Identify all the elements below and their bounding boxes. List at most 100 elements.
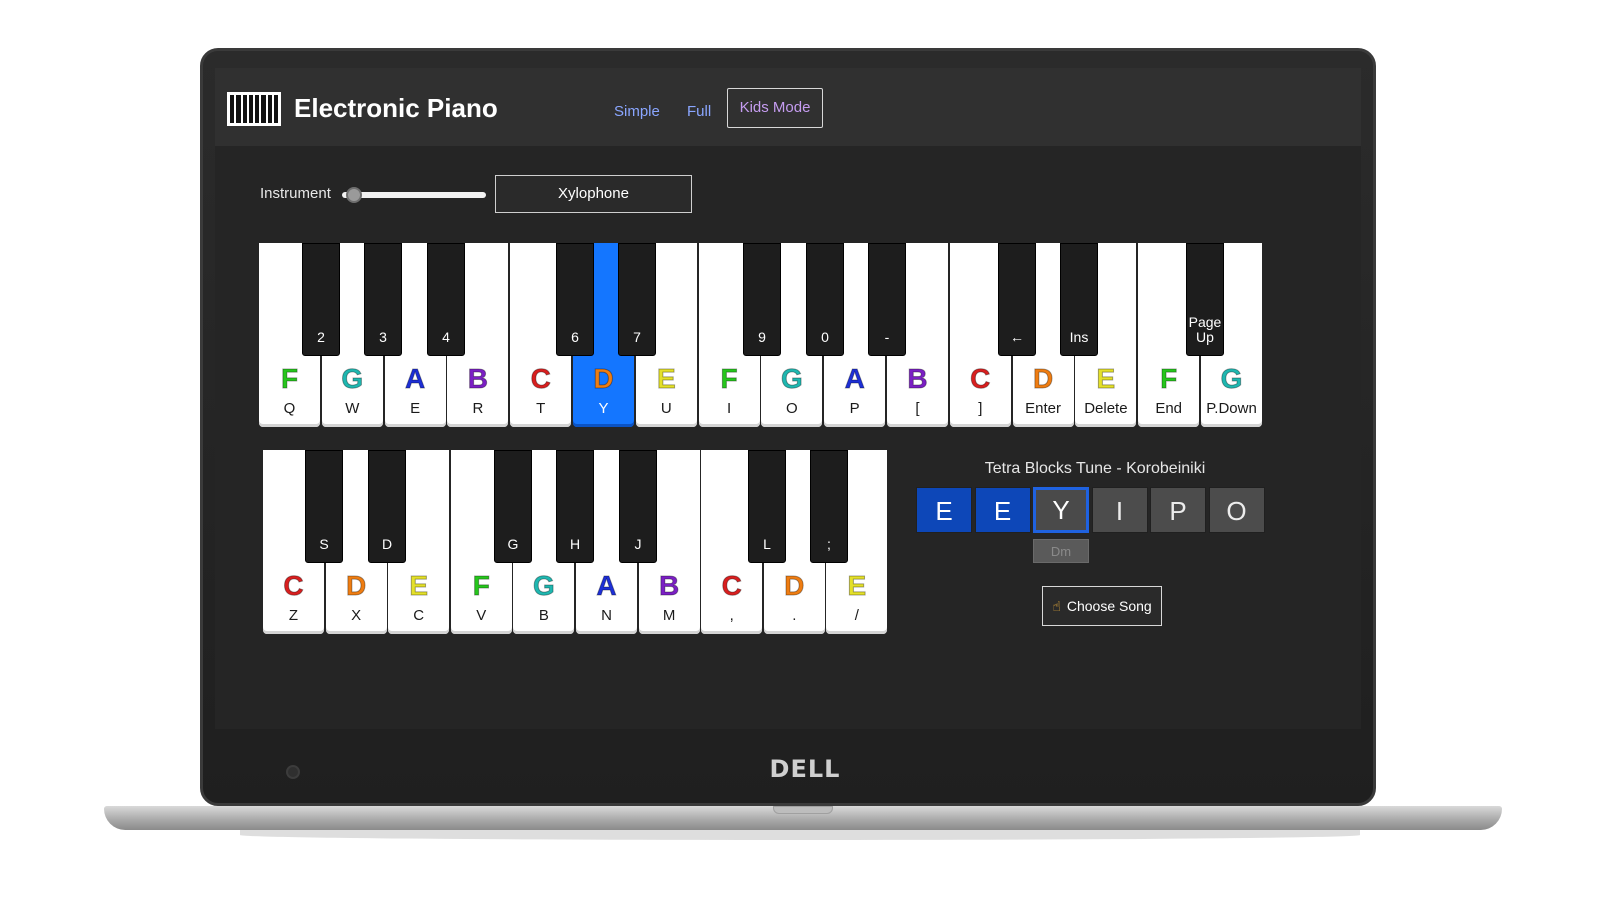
key-binding-label: Enter <box>1025 400 1062 417</box>
note-label: E <box>1096 363 1116 395</box>
mode-kids-button[interactable]: Kids Mode <box>727 88 823 128</box>
note-label: E <box>656 363 676 395</box>
key-binding-label: Z <box>288 607 299 624</box>
sequence-note: E <box>916 487 972 533</box>
black-key[interactable]: S <box>305 450 343 563</box>
key-binding-label: M <box>662 607 676 624</box>
key-binding-label: G <box>507 536 519 552</box>
black-key[interactable]: ← <box>998 243 1036 356</box>
instrument-slider-thumb[interactable] <box>346 187 362 203</box>
key-binding-label: I <box>727 400 732 417</box>
black-key[interactable]: Ins <box>1060 243 1098 356</box>
note-label: D <box>1032 363 1054 395</box>
note-label: B <box>467 363 488 395</box>
key-binding-label: 6 <box>571 329 579 345</box>
key-binding-label: 0 <box>821 329 829 345</box>
black-key[interactable]: 0 <box>806 243 844 356</box>
note-label: C <box>970 363 991 395</box>
black-key[interactable]: 7 <box>618 243 656 356</box>
note-label: G <box>533 570 556 602</box>
note-label: G <box>341 363 364 395</box>
app-title: Electronic Piano <box>294 93 498 123</box>
black-key[interactable]: 6 <box>556 243 594 356</box>
instrument-selector[interactable]: Xylophone <box>495 175 692 213</box>
black-key[interactable]: H <box>556 450 594 563</box>
note-label: F <box>472 570 490 602</box>
key-binding-label: - <box>884 329 890 345</box>
key-binding-label: U <box>660 400 672 417</box>
note-label: B <box>658 570 680 602</box>
black-key[interactable]: 4 <box>427 243 465 356</box>
key-binding-label: ; <box>827 536 831 552</box>
key-binding-label: W <box>345 400 360 417</box>
note-label: G <box>1220 363 1243 395</box>
key-binding-label: 3 <box>379 329 387 345</box>
key-binding-label: N <box>601 607 612 624</box>
key-binding-label: E <box>410 400 421 417</box>
key-binding-label: Y <box>598 400 609 417</box>
chord-badge: Dm <box>1033 539 1089 563</box>
key-binding-label: 9 <box>758 329 766 345</box>
note-label: G <box>781 363 804 395</box>
key-binding-label: L <box>763 536 771 552</box>
key-binding-label: End <box>1155 400 1183 417</box>
sequence-note: P <box>1150 487 1206 533</box>
piano-logo-icon <box>227 92 281 126</box>
key-binding-label: , <box>729 607 734 624</box>
sequence-note: E <box>974 487 1031 533</box>
key-binding-label: C <box>413 607 425 624</box>
note-label: F <box>720 363 738 395</box>
key-binding-label: H <box>569 536 581 552</box>
black-key[interactable]: ; <box>810 450 848 563</box>
key-binding-label: D <box>381 536 393 552</box>
key-binding-label: X <box>351 607 362 624</box>
key-binding-label: . <box>792 607 797 624</box>
mode-simple-link[interactable]: Simple <box>614 96 660 128</box>
note-label: C <box>530 363 551 395</box>
black-key[interactable]: 3 <box>364 243 402 356</box>
webcam-icon <box>286 765 300 779</box>
note-label: F <box>280 363 299 395</box>
key-binding-label: R <box>472 400 484 417</box>
note-label: C <box>721 570 742 602</box>
key-binding-label: T <box>536 400 546 417</box>
key-binding-label: 7 <box>633 329 641 345</box>
black-key[interactable]: J <box>619 450 657 563</box>
black-key[interactable]: D <box>368 450 406 563</box>
lower-keyboard: C Z D X E C F V G B A N B M C, D. E / S D G H J L; <box>263 450 891 634</box>
key-binding-label: ← <box>1010 329 1024 345</box>
laptop-shadow <box>240 830 1360 840</box>
black-key[interactable]: - <box>868 243 906 356</box>
black-key[interactable]: L <box>748 450 786 563</box>
song-title: Tetra Blocks Tune - Korobeiniki <box>984 460 1206 477</box>
note-label: A <box>404 363 426 395</box>
choose-song-label: Choose Song <box>1066 598 1152 614</box>
mode-full-link[interactable]: Full <box>687 96 711 128</box>
key-binding-label: [ <box>915 400 920 417</box>
note-label: C <box>283 570 304 602</box>
note-label: F <box>1160 363 1178 395</box>
black-key[interactable]: G <box>494 450 532 563</box>
black-key[interactable]: 9 <box>743 243 781 356</box>
app-screen: Electronic Piano Simple Full Kids Mode I… <box>215 68 1361 729</box>
note-label: D <box>593 363 614 395</box>
key-binding-label: B <box>538 607 549 624</box>
sequence-note: Y <box>1033 487 1089 533</box>
note-label: E <box>847 570 867 602</box>
key-binding-label: / <box>854 607 859 624</box>
key-binding-label: O <box>786 400 798 417</box>
pointing-hand-icon: ☝ <box>1052 597 1061 614</box>
note-label: D <box>345 570 367 602</box>
choose-song-button[interactable]: ☝ Choose Song <box>1042 586 1162 626</box>
note-label: A <box>596 570 617 602</box>
black-key[interactable]: Page Up <box>1186 243 1224 356</box>
instrument-label: Instrument <box>260 185 331 202</box>
black-key[interactable]: 2 <box>302 243 340 356</box>
key-binding-label: S <box>319 536 329 552</box>
note-label: E <box>409 570 429 602</box>
instrument-slider-track[interactable] <box>342 192 486 198</box>
sequence-note: O <box>1208 487 1265 533</box>
laptop-notch <box>773 806 833 814</box>
key-binding-label: P.Down <box>1206 400 1257 417</box>
upper-keyboard: F Q G W A E B R C T D Y E U F I G O A P B[C] D Enter E Delete F En… <box>259 243 1267 427</box>
